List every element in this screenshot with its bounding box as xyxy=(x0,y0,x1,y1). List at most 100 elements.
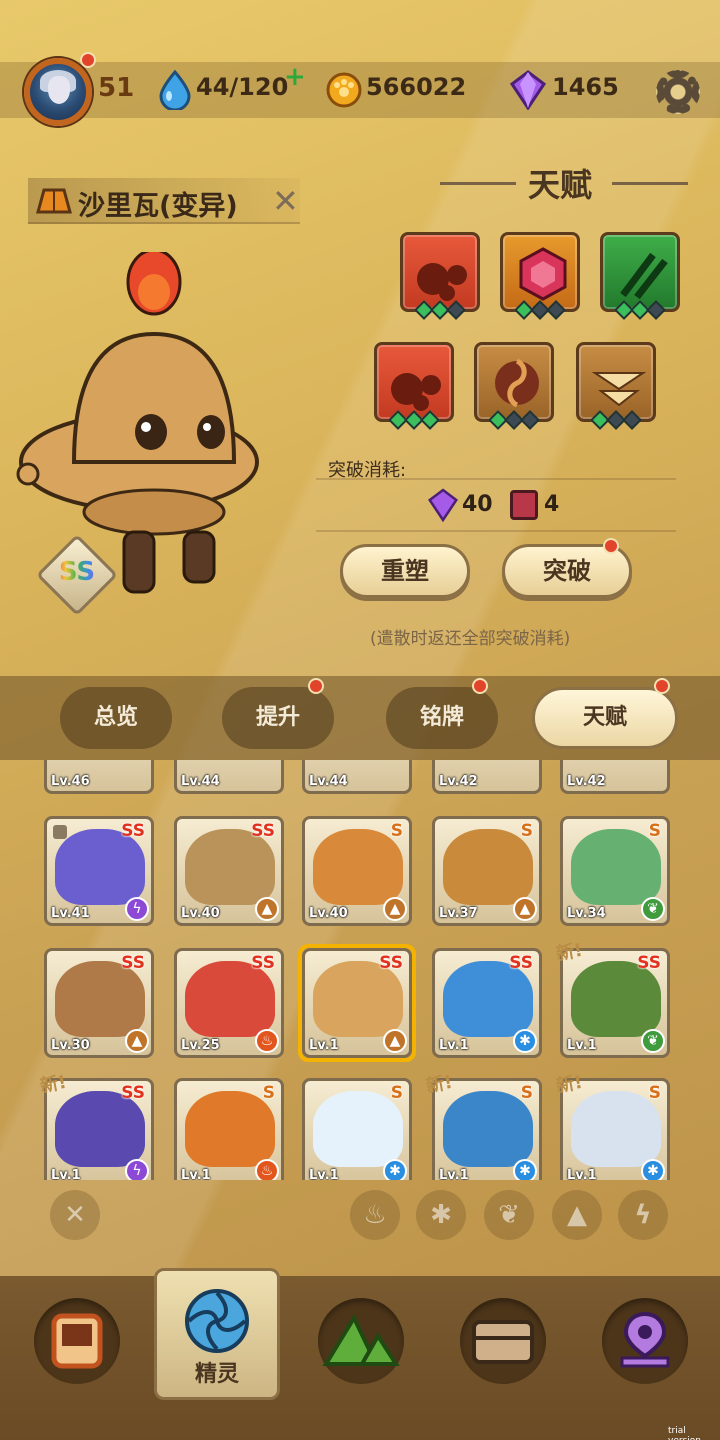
breakthrough-notification-dot xyxy=(603,538,619,554)
spirit-level: Lv.40 xyxy=(181,906,220,921)
water-filter-icon[interactable]: ✱ xyxy=(416,1190,466,1240)
spirit-card[interactable]: S Lv.40 ▲ xyxy=(302,816,412,926)
spirit-card[interactable]: Lv.46 xyxy=(44,760,154,794)
spirit-portrait xyxy=(571,829,661,905)
spirit-level: Lv.41 xyxy=(51,906,90,921)
talent-notification-dot xyxy=(654,678,670,694)
spirit-card[interactable]: SS Lv.25 ♨ xyxy=(174,948,284,1058)
close-icon[interactable]: ✕ xyxy=(272,182,299,220)
spirit-card[interactable]: S Lv.1 ♨ xyxy=(174,1078,284,1180)
fire-element-icon: ♨ xyxy=(255,1159,279,1180)
mountain-icon xyxy=(322,1313,400,1366)
spirit-card[interactable]: S Lv.34 ❦ xyxy=(560,816,670,926)
coin-icon xyxy=(326,72,362,108)
purple-gem-icon xyxy=(510,70,546,110)
tab-upgrade[interactable]: 提升 xyxy=(222,687,334,749)
talent-slot-4[interactable] xyxy=(374,342,454,430)
spirit-rank: S xyxy=(390,821,403,841)
water-element-icon: ✱ xyxy=(641,1159,665,1180)
spirit-level: Lv.25 xyxy=(181,1038,220,1053)
spirit-card[interactable]: SS Lv.40 ▲ xyxy=(174,816,284,926)
spirit-portrait xyxy=(443,829,533,905)
spirit-rank: SS xyxy=(121,1083,145,1103)
earth-element-icon: ▲ xyxy=(255,897,279,921)
thunder-element-icon: ϟ xyxy=(125,1159,149,1180)
earth-element-icon: ▲ xyxy=(513,897,537,921)
tab-overview[interactable]: 总览 xyxy=(60,687,172,749)
rank-badge-text: SS xyxy=(54,557,100,587)
spirit-card[interactable]: SS Lv.30 ▲ xyxy=(44,948,154,1058)
reshape-button[interactable]: 重塑 xyxy=(340,544,470,598)
nav-map[interactable] xyxy=(602,1298,688,1384)
new-tag: 新! xyxy=(38,1071,69,1098)
clear-filter-icon[interactable]: ✕ xyxy=(50,1190,100,1240)
tab-nameplate[interactable]: 铭牌 xyxy=(386,687,498,749)
spirit-portrait xyxy=(313,829,403,905)
tab-talent[interactable]: 天赋 xyxy=(532,687,678,749)
lock-icon xyxy=(53,825,67,839)
spirit-portrait xyxy=(571,1091,661,1167)
talent-slot-1[interactable] xyxy=(400,232,480,320)
spirit-level: Lv.1 xyxy=(51,1168,81,1180)
spirit-card[interactable]: Lv.42 xyxy=(432,760,542,794)
spirit-level: Lv.37 xyxy=(439,906,478,921)
spirit-rank: S xyxy=(648,1083,661,1103)
spirit-level: Lv.34 xyxy=(567,906,606,921)
spirit-card[interactable]: Lv.44 xyxy=(302,760,412,794)
spirit-name: 沙里瓦(变异) xyxy=(78,191,238,222)
water-element-icon: ✱ xyxy=(513,1159,537,1180)
spirit-card[interactable]: SS Lv.1 ❦ xyxy=(560,948,670,1058)
spirit-level: Lv.30 xyxy=(51,1038,90,1053)
fire-filter-icon[interactable]: ♨ xyxy=(350,1190,400,1240)
spirit-level: Lv.1 xyxy=(567,1168,597,1180)
spirit-level: Lv.1 xyxy=(181,1168,211,1180)
spirit-level: Lv.1 xyxy=(567,1038,597,1053)
avatar-notification-dot xyxy=(80,52,96,68)
refund-note: (遣散时返还全部突破消耗) xyxy=(370,629,571,649)
map-pin-icon xyxy=(620,1311,670,1368)
selected-card-frame xyxy=(298,944,416,1062)
wind-filter-icon[interactable]: ❦ xyxy=(484,1190,534,1240)
spirit-card[interactable]: Lv.44 xyxy=(174,760,284,794)
nav-explore[interactable] xyxy=(318,1298,404,1384)
thunder-filter-icon[interactable]: ϟ xyxy=(618,1190,668,1240)
spirit-rank: S xyxy=(648,821,661,841)
spirit-rank: SS xyxy=(509,953,533,973)
avatar-face xyxy=(48,76,70,104)
settings-gear-icon[interactable] xyxy=(656,70,700,114)
nav-home[interactable] xyxy=(34,1298,120,1384)
title-ornament-right xyxy=(612,182,688,185)
spirit-rank: SS xyxy=(251,821,275,841)
divider xyxy=(316,530,676,532)
spirit-card[interactable]: SS Lv.1 ✱ xyxy=(432,948,542,1058)
device-icon xyxy=(51,1313,103,1369)
breakthrough-book-icon xyxy=(510,490,538,520)
spirit-card[interactable]: SS Lv.41 ϟ xyxy=(44,816,154,926)
wind-element-icon: ❦ xyxy=(641,897,665,921)
watermark: trial version xyxy=(668,1426,701,1440)
thunder-element-icon: ϟ xyxy=(125,897,149,921)
divider xyxy=(316,478,676,480)
nav-bag[interactable] xyxy=(460,1298,546,1384)
spirit-orb-icon xyxy=(185,1289,249,1353)
spirit-card[interactable]: Lv.42 xyxy=(560,760,670,794)
earth-filter-icon[interactable]: ▲ xyxy=(552,1190,602,1240)
spirit-rank: S xyxy=(520,821,533,841)
spirit-card[interactable]: S Lv.1 ✱ xyxy=(302,1078,412,1180)
new-tag: 新! xyxy=(554,1071,585,1098)
gem-counter: 1465 xyxy=(552,73,619,101)
spirit-portrait xyxy=(443,1091,533,1167)
talent-slot-2[interactable] xyxy=(500,232,580,320)
stamina-counter: 44/120 xyxy=(196,73,289,101)
talent-slot-5[interactable] xyxy=(474,342,554,430)
water-element-icon: ✱ xyxy=(383,1159,407,1180)
add-stamina-icon[interactable]: + xyxy=(284,62,306,92)
spirit-rank: SS xyxy=(637,953,661,973)
water-element-icon: ✱ xyxy=(513,1029,537,1053)
spirit-card[interactable]: S Lv.37 ▲ xyxy=(432,816,542,926)
spirit-level: Lv.40 xyxy=(309,906,348,921)
player-avatar[interactable] xyxy=(24,58,92,126)
spirit-level: Lv.1 xyxy=(309,1168,339,1180)
talent-slot-6[interactable] xyxy=(576,342,656,430)
talent-slot-3[interactable] xyxy=(600,232,680,320)
